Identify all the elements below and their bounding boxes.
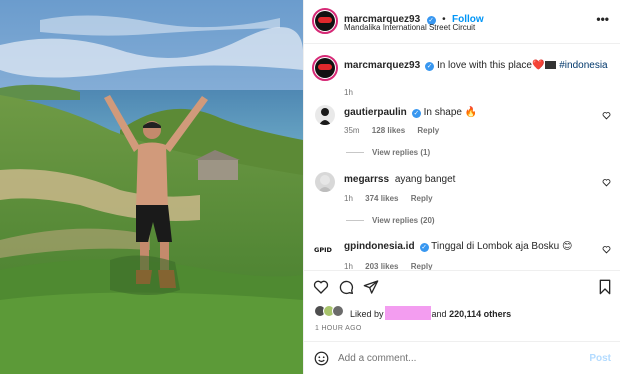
heart-emoji: ❤️ xyxy=(532,60,545,71)
caption-time: 1h xyxy=(344,88,353,97)
liked-by-text: Liked by and 220,114 others xyxy=(350,306,511,320)
commenter-avatar[interactable]: GPID xyxy=(314,239,336,259)
comment-input[interactable] xyxy=(338,350,578,367)
verified-badge-icon: ✓ xyxy=(419,243,429,252)
replies-line xyxy=(346,152,364,153)
comment-time: 35m xyxy=(344,126,360,135)
comment-item: megarrss ayang banget 1h 374 likes Reply… xyxy=(304,170,620,232)
bookmark-icon[interactable] xyxy=(597,279,613,295)
like-comment-heart-icon[interactable] xyxy=(602,245,611,254)
comment-item: GPID gpindonesia.id ✓ Tinggal di Lombok a… xyxy=(304,237,620,270)
likes-count-link[interactable]: 220,114 others xyxy=(449,309,511,319)
comment-composer: Post xyxy=(304,341,620,374)
post-header: marcmarquez93 ✓ • Follow Mandalika Inter… xyxy=(304,0,620,44)
comment-text: gpindonesia.id ✓ Tinggal di Lombok aja Bo… xyxy=(344,240,572,253)
caption-avatar[interactable] xyxy=(312,55,338,81)
comment-body: Tinggal di Lombok aja Bosku 😊 xyxy=(431,241,573,252)
comment-time: 1h xyxy=(344,194,353,203)
comment-text: gautierpaulin ✓ In shape 🔥 xyxy=(344,106,477,119)
post-timestamp[interactable]: 1 HOUR AGO xyxy=(315,325,362,332)
share-icon[interactable] xyxy=(363,279,379,295)
view-replies-button[interactable]: View replies (20) xyxy=(346,216,435,225)
hashtag-link[interactable]: #indonesia xyxy=(559,60,607,71)
commenter-username[interactable]: gautierpaulin xyxy=(344,107,407,118)
more-horizontal-icon[interactable]: ••• xyxy=(596,13,609,25)
redacted-username xyxy=(384,306,431,320)
heart-icon[interactable] xyxy=(313,279,329,295)
comment-likes[interactable]: 374 likes xyxy=(365,194,398,203)
commenter-avatar[interactable] xyxy=(315,105,335,125)
reply-button[interactable]: Reply xyxy=(417,126,439,135)
location-link[interactable]: Mandalika International Street Circuit xyxy=(344,23,475,32)
comment-body: In shape 🔥 xyxy=(423,107,478,118)
commenter-username[interactable]: megarrss xyxy=(344,174,389,185)
comment-text: megarrss ayang banget xyxy=(344,173,455,186)
commenter-avatar[interactable] xyxy=(315,172,335,192)
reply-button[interactable]: Reply xyxy=(411,262,433,270)
author-avatar[interactable] xyxy=(312,8,338,34)
verified-badge-icon: ✓ xyxy=(411,109,421,118)
comment-icon[interactable] xyxy=(338,279,354,295)
like-comment-heart-icon[interactable] xyxy=(602,111,611,120)
caption-text: marcmarquez93 ✓ In love with this place❤️… xyxy=(344,59,608,72)
caption-username[interactable]: marcmarquez93 xyxy=(344,60,420,71)
post-button[interactable]: Post xyxy=(589,353,611,364)
view-replies-button[interactable]: View replies (1) xyxy=(346,148,430,157)
post-photo[interactable] xyxy=(0,0,303,374)
comment-meta: 1h 203 likes Reply xyxy=(344,262,443,270)
comment-meta: 1h 374 likes Reply xyxy=(344,194,443,203)
comment-meta: 35m 128 likes Reply xyxy=(344,126,449,135)
comment-time: 1h xyxy=(344,262,353,270)
caption-body: In love with this place xyxy=(436,60,532,71)
like-comment-heart-icon[interactable] xyxy=(602,178,611,187)
action-bar: Liked by and 220,114 others 1 HOUR AGO xyxy=(304,270,620,340)
comment-item: gautierpaulin ✓ In shape 🔥 35m 128 likes … xyxy=(304,103,620,165)
comments-list[interactable]: marcmarquez93 ✓ In love with this place❤️… xyxy=(304,45,620,270)
comment-likes[interactable]: 128 likes xyxy=(372,126,405,135)
post-sidebar: marcmarquez93 ✓ • Follow Mandalika Inter… xyxy=(303,0,620,374)
comment-body: ayang banget xyxy=(394,174,456,185)
reply-button[interactable]: Reply xyxy=(411,194,433,203)
svg-text:GPID: GPID xyxy=(314,246,333,254)
commenter-username[interactable]: gpindonesia.id xyxy=(344,241,415,252)
replies-line xyxy=(346,220,364,221)
caption: marcmarquez93 ✓ In love with this place❤️… xyxy=(304,53,620,97)
comment-likes[interactable]: 203 likes xyxy=(365,262,398,270)
flag-emoji-icon xyxy=(545,61,557,69)
verified-badge-icon: ✓ xyxy=(425,62,435,71)
emoji-icon[interactable] xyxy=(314,351,329,366)
liker-avatar xyxy=(332,305,344,317)
